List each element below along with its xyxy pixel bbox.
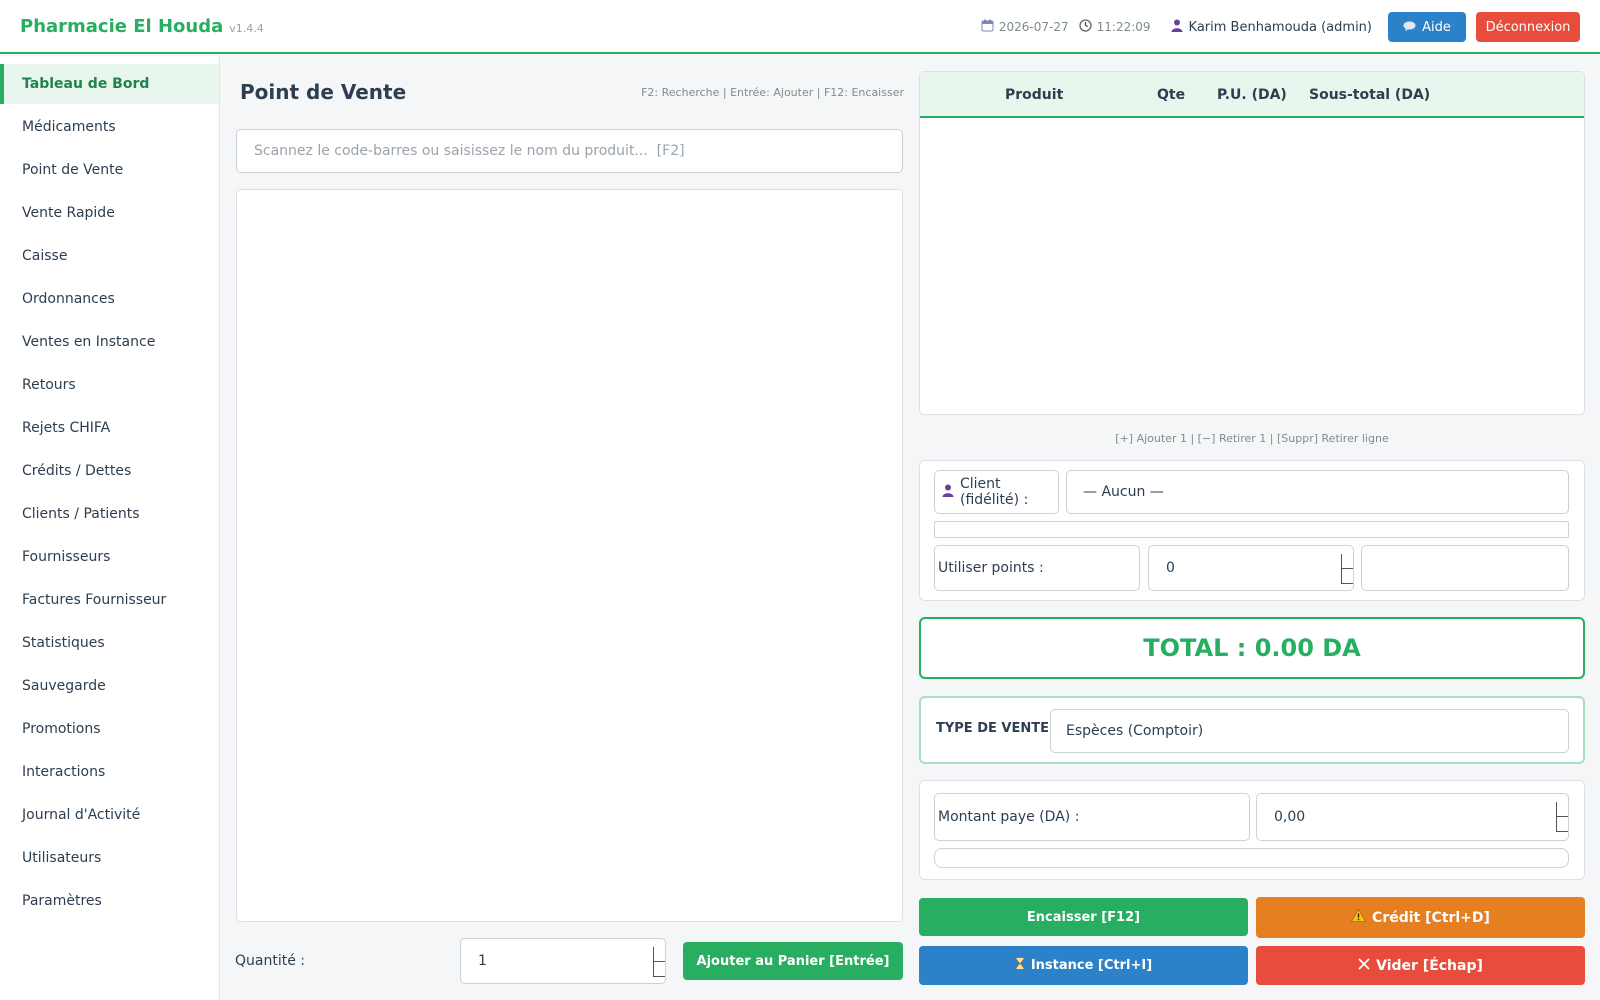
payment-amount-input[interactable]: 0,00 [1256,793,1569,841]
client-label-box: Client (fidélité) : [934,470,1059,514]
spin-buttons[interactable] [1556,802,1568,832]
logout-button[interactable]: Déconnexion [1476,12,1580,42]
client-select-value: — Aucun — [1083,484,1164,500]
total-display: TOTAL : 0.00 DA [919,617,1585,679]
sidebar-item-ventes-en-instance[interactable]: Ventes en Instance [0,322,219,362]
sidebar-item-factures-fournisseur[interactable]: Factures Fournisseur [0,580,219,620]
spin-buttons[interactable] [1341,554,1353,584]
brand: Pharmacie El Houda v1.4.4 [20,16,264,37]
user-icon [942,484,954,501]
sidebar-item-vente-rapide[interactable]: Vente Rapide [0,193,219,233]
help-button[interactable]: Aide [1388,12,1466,42]
sidebar-item-interactions[interactable]: Interactions [0,752,219,792]
search-results-list[interactable] [236,189,903,922]
sidebar-item-promotions[interactable]: Promotions [0,709,219,749]
sale-type-label: TYPE DE VENTE : [936,721,1059,736]
user-icon [1171,19,1183,36]
client-label: Client (fidélité) : [960,476,1029,508]
sale-type-value: Espèces (Comptoir) [1066,723,1204,739]
points-value: 0 [1166,560,1175,576]
help-label: Aide [1422,19,1451,35]
instance-label: Instance [Ctrl+I] [1030,958,1153,973]
clock-icon [1078,19,1092,35]
points-label: Utiliser points : [938,560,1044,576]
product-search-input[interactable] [236,129,903,173]
client-panel: Client (fidélité) : — Aucun — Utiliser p… [919,460,1585,601]
payment-amount-value: 0,00 [1274,809,1306,825]
add-to-cart-button[interactable]: Ajouter au Panier [Entrée] [683,942,903,980]
points-info-box [1361,545,1569,591]
sidebar-item-medicaments[interactable]: Médicaments [0,107,219,147]
quantity-stepper[interactable]: 1 [460,938,666,984]
hold-instance-button[interactable]: Instance [Ctrl+I] [919,946,1248,985]
payment-label-box: Montant paye (DA) : [934,793,1250,841]
payment-panel: Montant paye (DA) : 0,00 [919,780,1585,880]
sidebar-item-statistiques[interactable]: Statistiques [0,623,219,663]
quantity-label: Quantité : [235,953,305,969]
sidebar-item-tableau-de-bord[interactable]: Tableau de Bord [0,64,219,104]
points-label-box: Utiliser points : [934,545,1140,591]
points-stepper[interactable]: 0 [1148,545,1354,591]
cart-shortcuts-hint: [+] Ajouter 1 | [−] Retirer 1 | [Suppr] … [1115,432,1389,445]
sidebar-item-ordonnances[interactable]: Ordonnances [0,279,219,319]
sale-type-panel: TYPE DE VENTE : Espèces (Comptoir) [919,696,1585,764]
close-icon [1358,957,1370,974]
hourglass-icon [1015,957,1025,974]
sidebar-item-utilisateurs[interactable]: Utilisateurs [0,838,219,878]
warning-icon [1351,908,1367,926]
sale-type-select[interactable]: Espèces (Comptoir) [1050,709,1569,753]
sidebar-item-parametres[interactable]: Paramètres [0,881,219,921]
cart-table-header: Produit Qte P.U. (DA) Sous-total (DA) [920,72,1584,118]
sidebar-item-point-de-vente[interactable]: Point de Vente [0,150,219,190]
column-header-subtotal[interactable]: Sous-total (DA) [1309,87,1430,103]
sidebar-item-retours[interactable]: Retours [0,365,219,405]
user-name: Karim Benhamouda (admin) [1188,19,1372,35]
calendar-icon [981,19,994,35]
sidebar-item-caisse[interactable]: Caisse [0,236,219,276]
time-display: 11:22:09 [1078,19,1151,35]
column-header-produit[interactable]: Produit [1005,87,1063,103]
header-right: 2026-07-27 11:22:09 Karim Benhamouda (ad… [981,12,1580,42]
client-select[interactable]: — Aucun — [1066,470,1569,514]
quantity-value: 1 [478,953,487,969]
spin-buttons[interactable] [653,947,665,977]
page-title: Point de Vente [240,80,407,104]
app-header: Pharmacie El Houda v1.4.4 2026-07-27 11:… [0,0,1600,54]
date-display: 2026-07-27 [981,19,1069,35]
app-version: v1.4.4 [229,22,264,35]
change-info-bar [934,848,1569,868]
sidebar-item-fournisseurs[interactable]: Fournisseurs [0,537,219,577]
sidebar-item-credits-dettes[interactable]: Crédits / Dettes [0,451,219,491]
sidebar-item-journal-activite[interactable]: Journal d'Activité [0,795,219,835]
column-header-qte[interactable]: Qte [1157,87,1185,103]
checkout-button[interactable]: Encaisser [F12] [919,898,1248,936]
current-user: Karim Benhamouda (admin) [1171,19,1372,36]
sidebar: Tableau de Bord Médicaments Point de Ven… [0,56,220,1000]
speech-bubble-icon [1403,20,1416,35]
clear-cart-button[interactable]: Vider [Échap] [1256,946,1585,985]
credit-label: Crédit [Ctrl+D] [1372,909,1490,926]
client-info-bar [934,521,1569,538]
brand-name: Pharmacie El Houda [20,16,224,37]
column-header-pu[interactable]: P.U. (DA) [1217,87,1287,103]
sidebar-item-rejets-chifa[interactable]: Rejets CHIFA [0,408,219,448]
payment-label: Montant paye (DA) : [938,809,1080,825]
sidebar-item-sauvegarde[interactable]: Sauvegarde [0,666,219,706]
current-date: 2026-07-27 [998,20,1069,34]
credit-button[interactable]: Crédit [Ctrl+D] [1256,897,1585,938]
keyboard-shortcuts-hint: F2: Recherche | Entrée: Ajouter | F12: E… [641,86,904,99]
sidebar-item-clients-patients[interactable]: Clients / Patients [0,494,219,534]
total-text: TOTAL : 0.00 DA [1143,634,1361,662]
clear-label: Vider [Échap] [1376,957,1483,974]
current-time: 11:22:09 [1096,20,1151,34]
cart-table: Produit Qte P.U. (DA) Sous-total (DA) [919,71,1585,415]
